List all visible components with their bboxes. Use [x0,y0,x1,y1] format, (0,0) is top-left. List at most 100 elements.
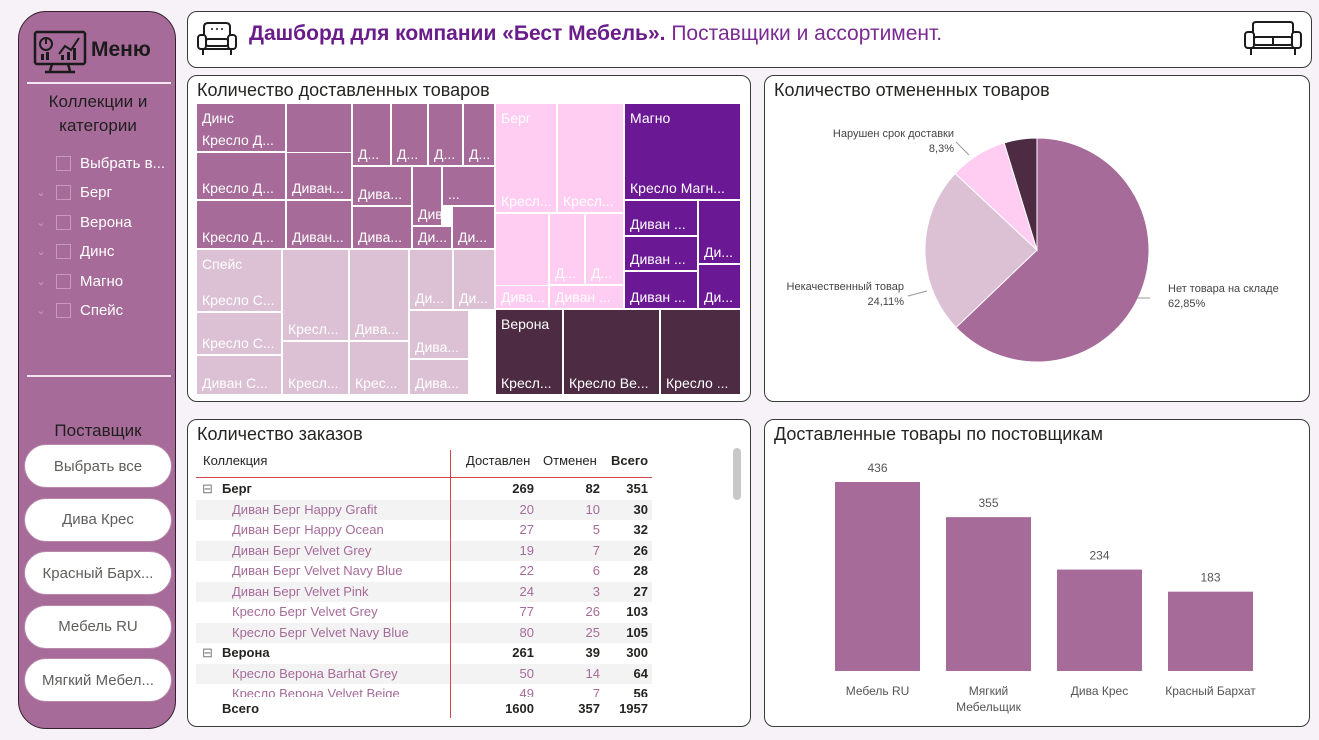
treemap-tile[interactable]: Дива... [409,359,469,395]
chevron-down-icon[interactable]: ⌄ [33,186,49,199]
treemap-tile[interactable]: Кресл... [282,341,349,395]
collection-slicer-item[interactable]: ⌄ Спейс [33,299,175,323]
treemap-tile[interactable]: Диван С... [196,355,282,395]
supplier-slicer-button[interactable]: Мебель RU [24,604,172,649]
bar[interactable] [946,517,1031,671]
col-header-delivered[interactable]: Доставлен [466,453,530,468]
checkbox[interactable] [56,155,71,171]
table-row[interactable]: Диван Берг Velvet Pink 24 3 27 [196,581,652,602]
treemap-tile[interactable]: Берг Кресл... [495,103,557,213]
treemap-tile[interactable]: Диван ... [624,236,698,271]
table-group-row[interactable]: ⊟ Верона 261 39 300 [196,643,652,664]
table-row[interactable]: Диван Берг Velvet Navy Blue 22 6 28 [196,561,652,582]
bar[interactable] [835,482,920,671]
supplier-slicer-button[interactable]: Мягкий Мебел... [24,658,172,702]
treemap-tile[interactable]: Ди... [452,206,495,249]
treemap-tile[interactable]: Кресло Д... [196,152,286,200]
treemap-tile[interactable]: Д... [585,213,624,285]
treemap-tile[interactable]: Дива... [349,249,409,341]
collection-slicer-label: Магно [80,272,124,290]
collection-slicer-item[interactable]: ⌄ Динс [33,240,175,264]
menu-header[interactable]: Меню [33,30,168,74]
treemap-tile[interactable]: Диван ... [624,271,698,309]
treemap-tile[interactable]: Кресло С... [196,312,282,355]
collection-slicer-item[interactable]: ⌄ Верона [33,210,175,234]
chevron-down-icon[interactable]: ⌄ [33,275,49,288]
treemap-tile-label: Дива... [501,289,546,305]
checkbox[interactable] [56,273,71,289]
treemap-tile[interactable]: Ди... [698,264,741,309]
table-scrollbar[interactable] [733,448,741,500]
chevron-down-icon[interactable]: ⌄ [33,216,49,229]
treemap-tile-label: Диван ... [630,216,686,232]
collapse-icon[interactable]: ⊟ [202,645,213,661]
treemap-tile[interactable]: Д... [391,103,428,166]
treemap-tile[interactable]: Спейс Кресло С... [196,249,282,312]
treemap-tile[interactable]: Диван... [286,200,352,249]
treemap-tile[interactable]: Ди... [698,200,741,264]
treemap-tile[interactable]: Диван ... [624,200,698,236]
col-header-total[interactable]: Всего [611,453,648,468]
collection-slicer-item[interactable]: ⌄ Берг [33,181,175,205]
treemap-tile[interactable]: Дива... [412,166,442,226]
treemap-tile-label: Кресло С... [202,335,275,351]
collapse-icon[interactable]: ⊟ [202,481,213,497]
table-row[interactable]: Диван Берг Velvet Grey 19 7 26 [196,540,652,561]
checkbox[interactable] [56,185,71,200]
pie-slice-label: Некачественный товар [787,281,904,293]
treemap-group-label: Динс [202,110,235,126]
treemap-tile[interactable]: Ди... [453,249,495,310]
treemap-tile[interactable]: Ди... [412,226,452,249]
col-header-collection[interactable]: Коллекция [203,453,267,468]
treemap-tile[interactable]: Дива... [352,166,412,206]
treemap-tile[interactable]: Кресло Ве... [563,309,660,395]
collection-slicer-item[interactable]: Выбрать в... [33,151,175,175]
table-row[interactable]: Диван Берг Happy Grafit 20 10 30 [196,499,652,520]
treemap-tile[interactable]: Кресл... [282,249,349,341]
table-row[interactable]: Кресло Берг Velvet Grey 77 26 103 [196,602,652,623]
treemap-tile[interactable]: Д... [463,103,495,166]
table-body[interactable]: ⊟ Берг 269 82 351 Диван Берг Happy Grafit 20 10… [196,479,652,697]
treemap-tile[interactable]: Д... [352,103,391,166]
bar[interactable] [1057,569,1142,671]
treemap-tile[interactable]: ... [442,166,495,206]
treemap-tile[interactable]: Кресло Д... [196,200,286,249]
treemap-tile[interactable]: Кресл... [557,103,624,213]
treemap-tile[interactable]: Магно Кресло Магн... [624,103,741,200]
treemap-tile-label: Кресл... [501,193,552,209]
treemap-tile[interactable]: Кресло ... [660,309,741,395]
supplier-slicer-button[interactable]: Выбрать все [24,444,172,488]
treemap-tile[interactable]: Крес... [349,341,409,395]
chevron-down-icon[interactable]: ⌄ [33,245,49,258]
table-row[interactable]: Кресло Верона Barhat Grey 50 14 64 [196,663,652,684]
col-header-cancelled[interactable]: Отменен [543,453,597,468]
treemap-tile[interactable]: Ди... [409,249,453,310]
supplier-slicer-button[interactable]: Дива Крес [24,497,172,542]
treemap-tile[interactable]: Д... [549,213,585,285]
row-total: 28 [633,563,648,578]
chevron-down-icon[interactable]: ⌄ [33,304,49,317]
checkbox[interactable] [56,303,71,318]
row-total: 64 [633,665,648,681]
table-group-row[interactable]: ⊟ Берг 269 82 351 [196,479,652,500]
treemap-tile[interactable]: Верона Кресл... [495,309,563,395]
treemap-tile-label: Кресло Д... [202,180,274,196]
treemap-tile[interactable]: Дива... [352,206,412,249]
table-row[interactable]: Кресло Верона Velvet Beige 49 7 56 [196,684,652,697]
collection-slicer-item[interactable]: ⌄ Магно [33,269,175,293]
table-row[interactable]: Кресло Берг Velvet Navy Blue 80 25 105 [196,622,652,643]
treemap-tile[interactable]: Динс Кресло Д... [196,103,286,152]
treemap-group-label: Магно [630,110,671,126]
treemap-tile[interactable]: Дива... [409,310,469,359]
treemap-tile[interactable]: Дива... [495,285,549,309]
row-total: 26 [633,542,648,558]
divider [27,82,171,84]
checkbox[interactable] [56,244,71,259]
supplier-slicer-button[interactable]: Красный Барх... [24,551,172,595]
checkbox[interactable] [56,214,71,230]
treemap-tile[interactable]: Диван ... [549,285,624,309]
treemap-tile[interactable]: Д... [428,103,463,166]
bar[interactable] [1168,591,1253,671]
table-row[interactable]: Диван Берг Happy Ocean 27 5 32 [196,520,652,541]
treemap-tile[interactable]: Диван... [286,152,352,200]
